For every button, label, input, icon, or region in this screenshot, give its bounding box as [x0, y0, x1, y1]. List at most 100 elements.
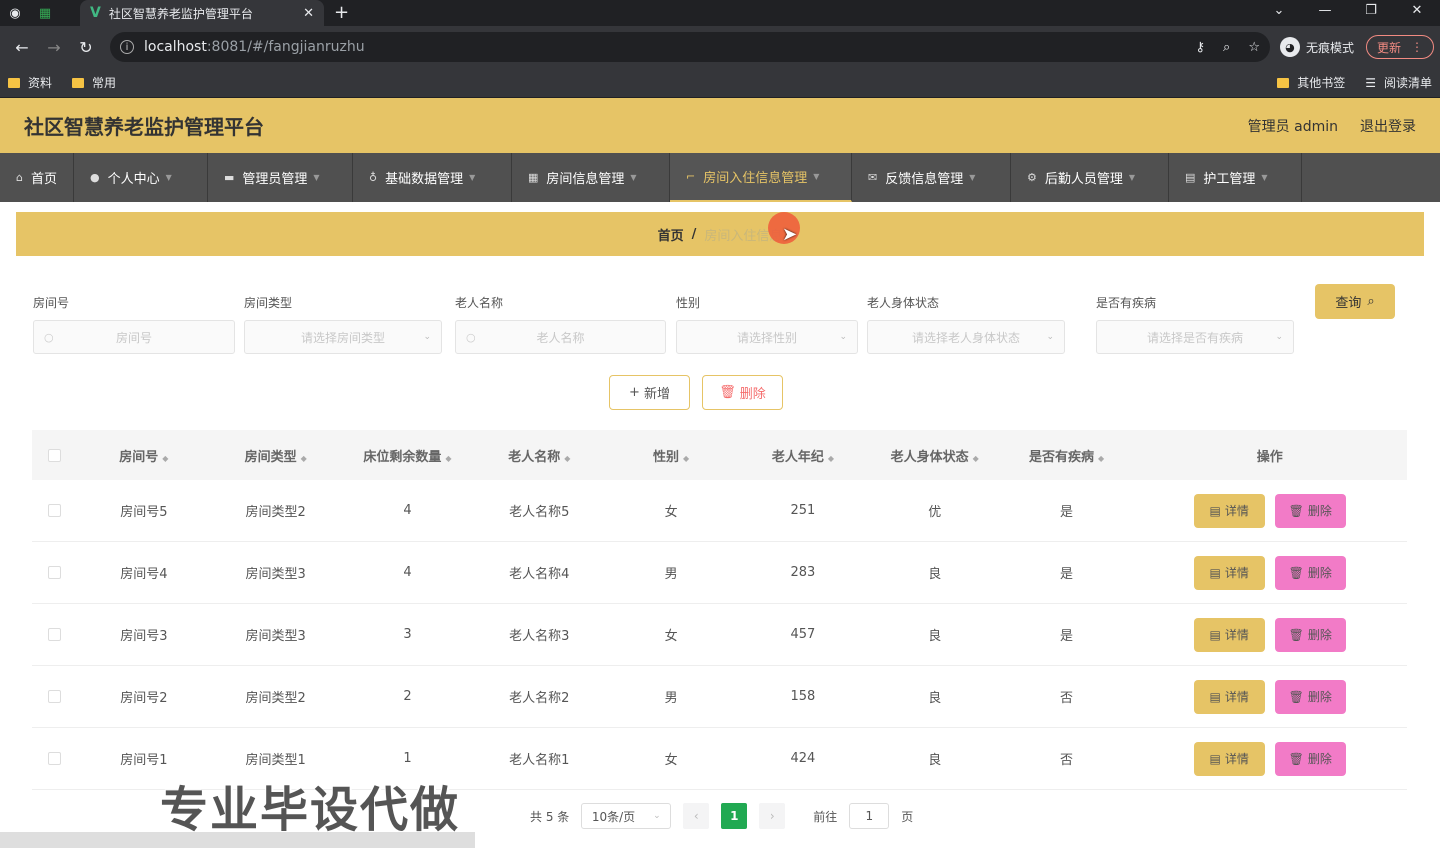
row-delete-button[interactable]: 🗑 删除: [1274, 493, 1346, 528]
detail-button[interactable]: ▤ 详情: [1193, 555, 1265, 590]
sort-icon: ◆: [300, 453, 307, 463]
row-checkbox[interactable]: [48, 752, 62, 765]
sort-icon: ◆: [972, 453, 979, 463]
row-delete-button[interactable]: 🗑 删除: [1274, 617, 1346, 652]
menu-item-feedback[interactable]: ✉ 反馈信息管理 ▼: [852, 153, 1011, 202]
zoom-icon[interactable]: ⌕: [1223, 40, 1230, 55]
reload-icon[interactable]: ↻: [70, 38, 102, 57]
column-header[interactable]: 房间号 ◆: [78, 446, 210, 465]
tab-title: 社区智慧养老监护管理平台: [108, 6, 253, 21]
menu-item-profile[interactable]: ● 个人中心 ▼: [74, 153, 208, 202]
table-cell: 是: [1060, 567, 1074, 582]
row-checkbox[interactable]: [48, 690, 62, 703]
key-icon[interactable]: ⚷: [1196, 40, 1206, 55]
column-header[interactable]: 老人年纪 ◆: [737, 446, 869, 465]
menu-item-caregiver[interactable]: ▤ 护工管理 ▼: [1169, 153, 1302, 202]
menu-item-basic-data[interactable]: ♁ 基础数据管理 ▼: [353, 153, 512, 202]
star-icon[interactable]: ☆: [1248, 40, 1260, 55]
row-checkbox[interactable]: [48, 628, 62, 641]
column-header[interactable]: 性别 ◆: [605, 446, 737, 465]
tab-close-icon[interactable]: ✕: [303, 6, 314, 21]
row-delete-button[interactable]: 🗑 删除: [1274, 741, 1346, 776]
forward-icon[interactable]: →: [38, 38, 70, 57]
query-button[interactable]: 查询 ⌕: [1315, 284, 1395, 319]
row-checkbox[interactable]: [48, 504, 62, 517]
delete-label: 删除: [1307, 690, 1332, 704]
tab-search-icon[interactable]: ⌄: [1256, 0, 1302, 26]
close-window-icon[interactable]: ✕: [1394, 0, 1440, 26]
table-row: 房间号5 房间类型2 4 老人名称5 女 251 优 是 ▤ 详情 🗑 删除: [32, 480, 1407, 542]
menu-item-room-checkin[interactable]: ⌐ 房间入住信息管理 ▼: [670, 153, 852, 202]
menu-item-home[interactable]: ⌂ 首页: [0, 153, 74, 202]
address-bar[interactable]: i localhost:8081/#/fangjianruzhu ⚷ ⌕ ☆: [110, 32, 1270, 62]
restore-icon[interactable]: ❐: [1348, 0, 1394, 26]
browser-tab[interactable]: V 社区智慧养老监护管理平台 ✕: [80, 0, 324, 26]
detail-button[interactable]: ▤ 详情: [1193, 741, 1265, 776]
column-header[interactable]: 老人身体状态 ◆: [869, 446, 1001, 465]
prev-page-button[interactable]: ‹: [683, 803, 710, 829]
breadcrumb-home[interactable]: 首页: [658, 225, 684, 244]
chevron-down-icon: ▼: [165, 173, 172, 182]
browser-menu-icon[interactable]: ◉: [0, 0, 30, 26]
detail-button[interactable]: ▤ 详情: [1193, 617, 1265, 652]
detail-button[interactable]: ▤ 详情: [1193, 679, 1265, 714]
room-type-select[interactable]: 请选择房间类型 ⌄: [244, 320, 442, 354]
menu-label: 后勤人员管理: [1044, 172, 1123, 187]
goto-page-input[interactable]: 1: [849, 803, 890, 829]
next-page-button[interactable]: ›: [759, 803, 786, 829]
chevron-down-icon: ⌄: [1046, 332, 1054, 342]
page-number-current[interactable]: 1: [721, 803, 748, 829]
table-header: 房间号 ◆ 房间类型 ◆ 床位剩余数量 ◆ 老人名称 ◆ 性别 ◆ 老人年纪 ◆ 老人身体状…: [32, 430, 1407, 480]
trash-icon: 🗑: [1288, 751, 1304, 766]
bookmark-folder[interactable]: 资料: [8, 74, 52, 91]
menu-item-room-info[interactable]: ▦ 房间信息管理 ▼: [512, 153, 670, 202]
new-tab-icon[interactable]: +: [334, 2, 349, 23]
table-cell: 是: [1060, 629, 1074, 644]
action-row: + 新增 🗑 删除: [609, 375, 783, 410]
user-icon: ●: [90, 171, 100, 184]
page-size-select[interactable]: 10条/页 ⌄: [581, 803, 672, 829]
menu-item-admin[interactable]: ▬ 管理员管理 ▼: [208, 153, 353, 202]
incognito-indicator[interactable]: ◕ 无痕模式: [1279, 37, 1354, 57]
folder-icon: [1277, 77, 1290, 88]
room-no-input[interactable]: ○ 房间号: [33, 320, 235, 354]
add-button[interactable]: + 新增: [609, 375, 690, 410]
detail-button[interactable]: ▤ 详情: [1193, 493, 1265, 528]
health-status-select[interactable]: 请选择老人身体状态 ⌄: [867, 320, 1065, 354]
folder-icon: [8, 77, 20, 88]
column-header[interactable]: 是否有疾病 ◆: [1001, 446, 1133, 465]
column-header[interactable]: 房间类型 ◆: [210, 446, 342, 465]
gender-select[interactable]: 请选择性别 ⌄: [676, 320, 858, 354]
kebab-menu-icon[interactable]: ⋮: [1411, 40, 1423, 54]
document-icon: ▤: [1209, 627, 1221, 642]
placeholder: 请选择房间类型: [300, 330, 385, 345]
row-delete-button[interactable]: 🗑 删除: [1274, 555, 1346, 590]
logout-link[interactable]: 退出登录: [1360, 116, 1416, 136]
menu-item-logistics[interactable]: ⚙ 后勤人员管理 ▼: [1011, 153, 1169, 202]
detail-label: 详情: [1224, 690, 1249, 704]
delete-label: 删除: [1307, 566, 1332, 580]
batch-delete-button[interactable]: 🗑 删除: [702, 375, 783, 410]
elder-name-input[interactable]: ○ 老人名称: [455, 320, 666, 354]
document-icon: ▤: [1209, 751, 1221, 766]
column-header[interactable]: 床位剩余数量 ◆: [342, 446, 474, 465]
table-cell: 房间号2: [120, 691, 168, 706]
reading-list[interactable]: ☰ 阅读清单: [1365, 74, 1432, 91]
site-info-icon[interactable]: i: [120, 40, 134, 54]
update-button[interactable]: 更新 ⋮: [1365, 35, 1434, 59]
other-bookmarks[interactable]: 其他书签: [1277, 74, 1345, 91]
disease-select[interactable]: 请选择是否有疾病 ⌄: [1096, 320, 1294, 354]
row-actions: ▤ 详情 🗑 删除: [1132, 493, 1407, 528]
back-icon[interactable]: ←: [6, 38, 38, 57]
column-header[interactable]: 老人名称 ◆: [473, 446, 605, 465]
menu-label: 房间入住信息管理: [703, 171, 808, 186]
bookmark-folder[interactable]: 常用: [72, 74, 116, 91]
app-title: 社区智慧养老监护管理平台: [24, 115, 264, 139]
row-checkbox[interactable]: [48, 566, 62, 579]
select-all-checkbox[interactable]: [48, 448, 62, 462]
row-delete-button[interactable]: 🗑 删除: [1274, 679, 1346, 714]
sheet-app-icon[interactable]: ▦: [30, 0, 60, 26]
breadcrumb: 首页 / 房间入住信息: [16, 212, 1424, 256]
trash-icon: 🗑: [1288, 565, 1304, 580]
minimize-icon[interactable]: —: [1302, 0, 1348, 26]
